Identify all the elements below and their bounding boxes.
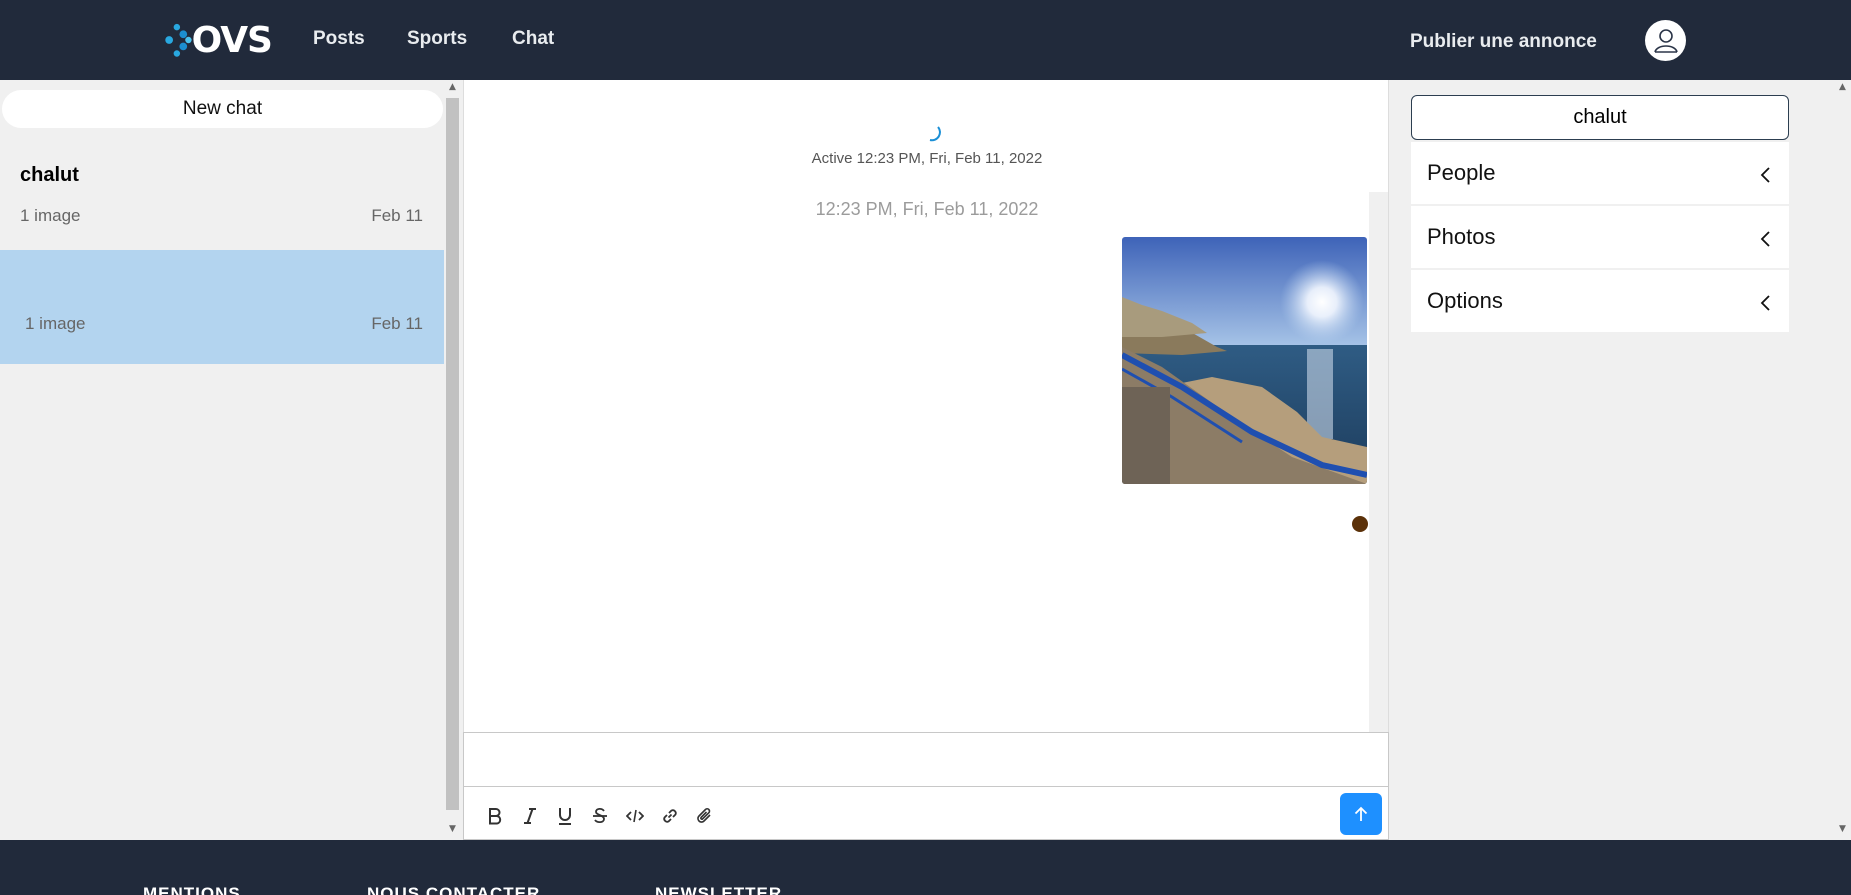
section-label: People xyxy=(1427,160,1496,185)
chat-item-date: Feb 11 xyxy=(371,314,423,333)
user-avatar-button[interactable] xyxy=(1645,20,1686,61)
bold-icon xyxy=(489,808,502,825)
chat-title-field[interactable]: chalut xyxy=(1411,95,1789,140)
nav-posts[interactable]: Posts xyxy=(313,28,365,50)
chevron-left-icon xyxy=(1760,231,1770,247)
chat-item-date: Feb 11 xyxy=(371,206,423,225)
scroll-down-icon[interactable]: ▼ xyxy=(1836,824,1849,834)
section-label: Options xyxy=(1427,288,1503,313)
logo-mark-icon xyxy=(165,23,192,57)
details-scrollbar[interactable]: ▲ ▼ xyxy=(1834,80,1851,840)
scroll-up-icon[interactable]: ▲ xyxy=(1836,82,1849,92)
arrow-up-icon xyxy=(1354,806,1368,821)
scroll-down-icon[interactable]: ▼ xyxy=(446,824,459,834)
section-label: Photos xyxy=(1427,224,1496,249)
message-image[interactable] xyxy=(1122,237,1367,484)
attachment-button[interactable] xyxy=(692,803,718,829)
section-people[interactable]: People xyxy=(1411,142,1789,204)
code-button[interactable] xyxy=(622,803,648,829)
message-timestamp: 12:23 PM, Fri, Feb 11, 2022 xyxy=(815,199,1039,219)
strikethrough-icon xyxy=(593,807,607,824)
chevron-left-icon xyxy=(1760,295,1770,311)
chat-item-preview: 1 image xyxy=(25,314,86,333)
chat-item-title: chalut xyxy=(20,164,79,186)
loading-spinner-icon xyxy=(929,126,941,142)
publish-ad-link[interactable]: Publier une annonce xyxy=(1410,31,1597,53)
link-button[interactable] xyxy=(657,803,683,829)
chat-feed: Active 12:23 PM, Fri, Feb 11, 2022 12:23… xyxy=(463,80,1389,732)
chat-list-scrollbar[interactable]: ▲ ▼ xyxy=(444,80,461,840)
chat-list-item-selected[interactable]: 1 image Feb 11 xyxy=(0,250,444,364)
feed-scrollbar[interactable] xyxy=(1369,192,1388,732)
top-navbar: OVS Posts Sports Chat Publier une annonc… xyxy=(0,0,1851,80)
footer-heading-mentions: MENTIONS xyxy=(143,884,241,895)
send-button[interactable] xyxy=(1340,793,1382,835)
message-composer xyxy=(463,732,1389,840)
underline-icon xyxy=(559,808,571,825)
chat-item-preview: 1 image xyxy=(20,206,81,225)
footer-heading-contact: NOUS CONTACTER xyxy=(367,884,541,895)
underline-button[interactable] xyxy=(552,803,578,829)
footer-heading-newsletter: NEWSLETTER xyxy=(655,884,783,895)
bold-button[interactable] xyxy=(482,803,508,829)
section-photos[interactable]: Photos xyxy=(1411,206,1789,268)
link-icon xyxy=(663,809,677,823)
italic-button[interactable] xyxy=(517,803,543,829)
seaside-photo-icon xyxy=(1122,237,1367,484)
chat-details-panel: chalut People Photos Options xyxy=(1390,80,1834,840)
new-chat-button[interactable]: New chat xyxy=(2,90,443,128)
format-toolbar xyxy=(482,803,718,829)
read-receipt-avatar xyxy=(1352,516,1368,532)
section-options[interactable]: Options xyxy=(1411,270,1789,332)
code-icon xyxy=(626,809,644,823)
attachment-icon xyxy=(697,808,711,823)
site-footer: MENTIONS NOUS CONTACTER NEWSLETTER xyxy=(0,840,1851,895)
chat-list-panel: New chat chalut 1 image Feb 11 1 image F… xyxy=(0,80,444,840)
italic-icon xyxy=(524,808,536,824)
nav-chat[interactable]: Chat xyxy=(512,28,554,50)
scroll-up-icon[interactable]: ▲ xyxy=(446,82,459,92)
chat-active-status: Active 12:23 PM, Fri, Feb 11, 2022 xyxy=(811,150,1043,167)
nav-sports[interactable]: Sports xyxy=(407,28,467,50)
chevron-left-icon xyxy=(1760,167,1770,183)
user-icon xyxy=(1653,28,1678,53)
message-input[interactable] xyxy=(464,733,1388,787)
scrollbar-thumb[interactable] xyxy=(446,98,459,810)
logo-text: OVS xyxy=(191,19,273,61)
strikethrough-button[interactable] xyxy=(587,803,613,829)
ovs-logo[interactable]: OVS xyxy=(164,14,273,66)
chat-list-item[interactable]: chalut 1 image Feb 11 xyxy=(0,154,444,250)
